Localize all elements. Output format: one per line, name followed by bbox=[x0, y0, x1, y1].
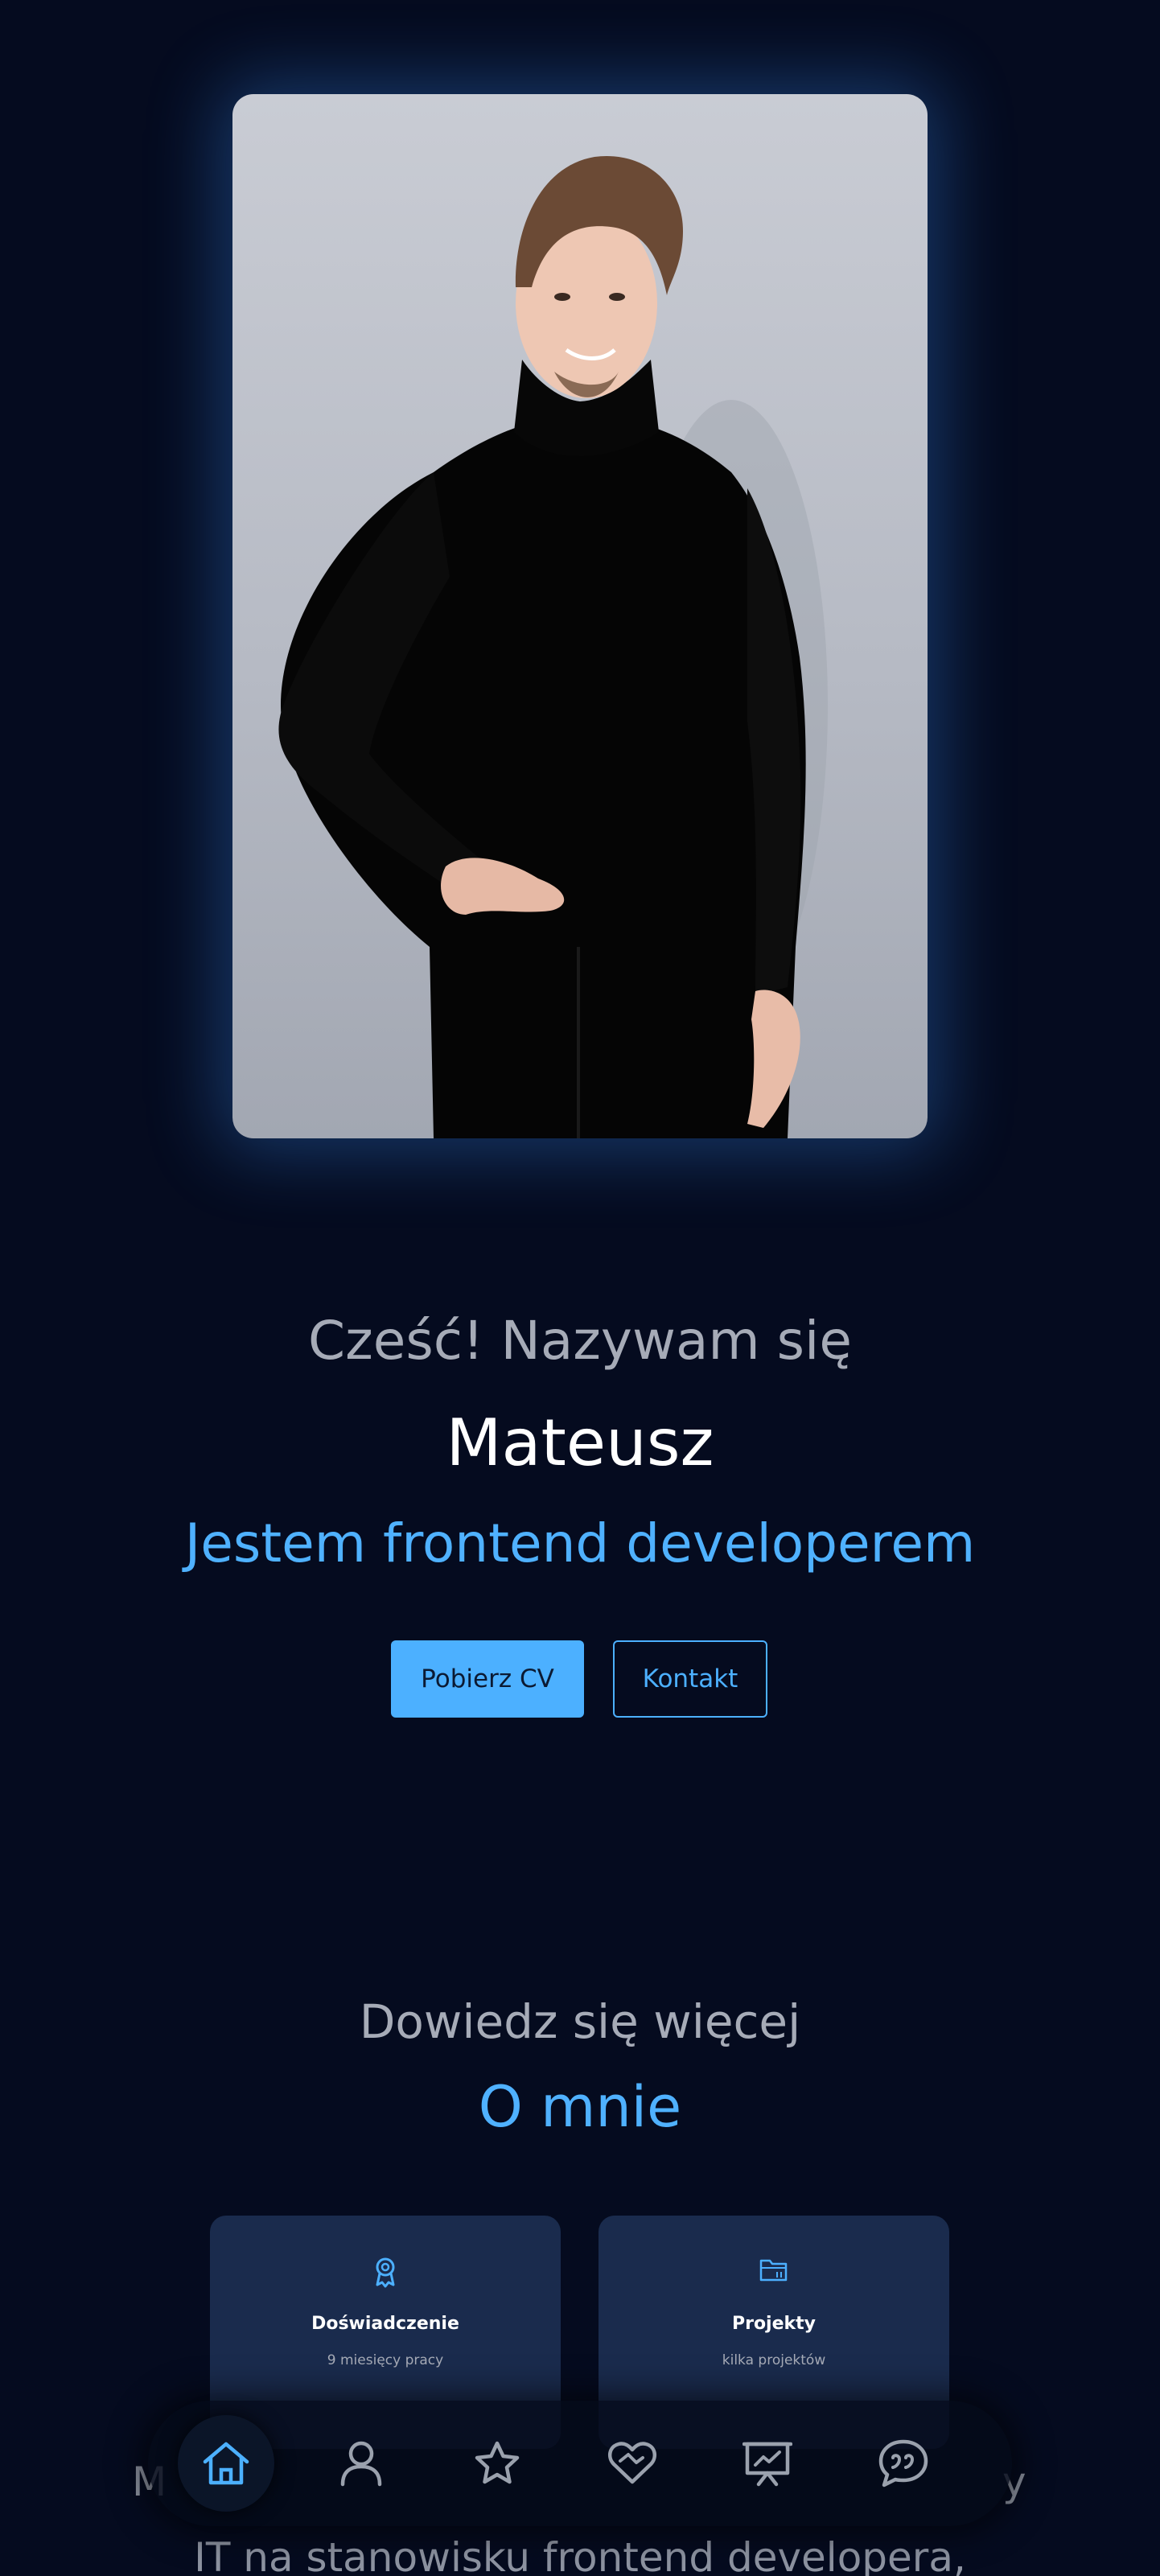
profile-photo bbox=[232, 94, 928, 1138]
paragraph-line: IT na stanowisku frontend developera, bbox=[194, 2534, 966, 2576]
card-text: kilka projektów bbox=[722, 2352, 826, 2368]
person-illustration bbox=[278, 155, 828, 1138]
download-cv-button[interactable]: Pobierz CV bbox=[391, 1640, 584, 1718]
star-icon bbox=[475, 2441, 520, 2484]
award-icon bbox=[210, 2256, 561, 2288]
presentation-icon bbox=[742, 2442, 792, 2487]
nav-contact[interactable] bbox=[855, 2415, 952, 2512]
card-title: Projekty bbox=[731, 2314, 817, 2334]
chat-quote-icon bbox=[878, 2439, 928, 2488]
folder-icon bbox=[599, 2256, 949, 2288]
user-icon bbox=[340, 2441, 382, 2487]
nav-projects[interactable] bbox=[719, 2415, 816, 2512]
page: Cześć! Nazywam się Mateusz Jestem fronte… bbox=[0, 0, 1160, 2576]
card-text: 9 miesięcy pracy bbox=[327, 2352, 444, 2368]
nav-home[interactable] bbox=[178, 2415, 274, 2512]
section-title: O mnie bbox=[478, 2074, 682, 2140]
handshake-heart-icon bbox=[607, 2442, 657, 2484]
hero-role: Jestem frontend developerem bbox=[184, 1512, 976, 1574]
bottom-nav bbox=[148, 2401, 1012, 2526]
hero-name: Mateusz bbox=[446, 1405, 714, 1480]
nav-services[interactable] bbox=[584, 2415, 681, 2512]
nav-about[interactable] bbox=[313, 2415, 409, 2512]
card-title: Doświadczenie bbox=[311, 2314, 459, 2334]
section-subtitle: Dowiedz się więcej bbox=[359, 1994, 801, 2049]
nav-skills[interactable] bbox=[449, 2415, 545, 2512]
greeting-text: Cześć! Nazywam się bbox=[308, 1310, 852, 1372]
contact-button[interactable]: Kontakt bbox=[613, 1640, 767, 1718]
home-icon bbox=[203, 2442, 249, 2485]
